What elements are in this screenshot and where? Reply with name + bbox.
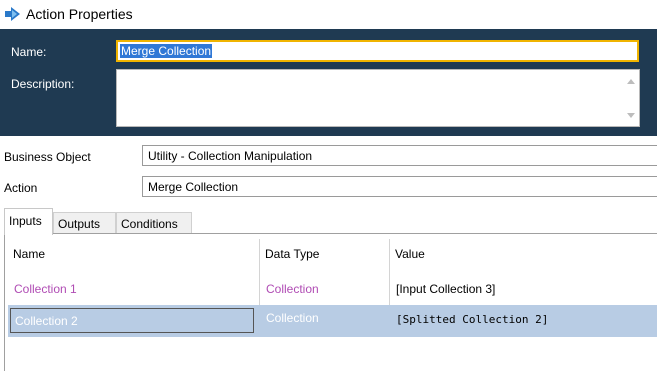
tab-outputs[interactable]: Outputs	[53, 212, 116, 234]
business-object-value: Utility - Collection Manipulation	[148, 149, 313, 163]
description-textarea[interactable]	[116, 69, 640, 127]
name-input[interactable]: Merge Collection	[116, 40, 639, 62]
scroll-down-icon[interactable]	[627, 113, 635, 118]
column-header-name[interactable]: Name	[8, 239, 260, 267]
column-header-value[interactable]: Value	[390, 239, 657, 267]
description-scrollbar[interactable]	[622, 70, 639, 126]
header-panel: Name: Merge Collection Description:	[0, 29, 657, 136]
inputs-grid: Name Data Type Value Collection 1 Collec…	[4, 233, 657, 371]
table-row[interactable]: Collection 1 Collection [Input Collectio…	[8, 273, 657, 305]
title-bar: Action Properties	[0, 0, 657, 29]
column-header-data-type[interactable]: Data Type	[260, 239, 390, 267]
row-data-type-cell[interactable]: Collection	[260, 273, 390, 305]
row-name-edit-field[interactable]: Collection 2	[10, 308, 254, 333]
scroll-up-icon[interactable]	[627, 79, 635, 84]
window-title: Action Properties	[26, 6, 133, 22]
business-object-field[interactable]: Utility - Collection Manipulation	[142, 145, 657, 166]
action-field[interactable]: Merge Collection	[142, 176, 657, 197]
name-label: Name:	[11, 45, 47, 59]
description-label: Description:	[11, 77, 75, 91]
tab-inputs[interactable]: Inputs	[4, 208, 53, 235]
tab-conditions[interactable]: Conditions	[116, 212, 192, 234]
table-row-selected[interactable]: Collection 2 Collection [Splitted Collec…	[8, 305, 657, 337]
name-input-value[interactable]: Merge Collection	[120, 44, 213, 58]
row-value-cell[interactable]: [Input Collection 3]	[390, 273, 657, 305]
row-value-cell[interactable]: [Splitted Collection 2]	[390, 305, 657, 337]
business-object-label: Business Object	[4, 150, 91, 164]
row-name-cell[interactable]: Collection 1	[8, 273, 260, 305]
action-arrow-icon	[5, 7, 20, 21]
action-value: Merge Collection	[148, 180, 239, 194]
row-data-type-cell[interactable]: Collection	[260, 305, 390, 337]
action-label: Action	[4, 181, 38, 195]
